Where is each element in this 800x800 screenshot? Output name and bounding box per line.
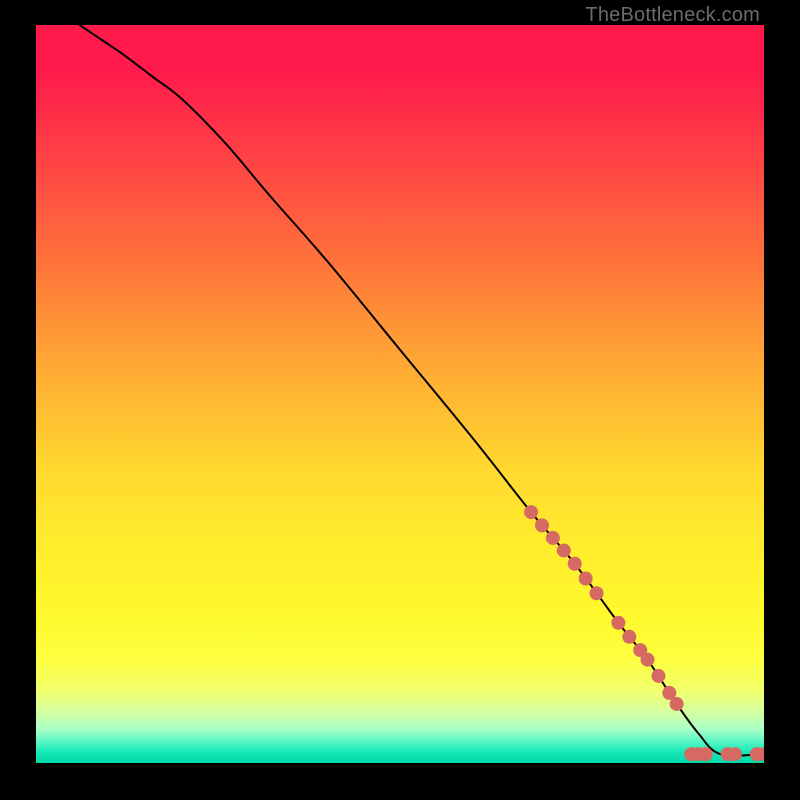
data-point-markers [524,505,764,761]
data-point-marker [728,747,742,761]
data-point-marker [651,669,665,683]
data-point-marker [699,747,713,761]
data-point-marker [622,630,636,644]
data-point-marker [546,531,560,545]
data-point-marker [641,653,655,667]
plot-svg [36,25,764,763]
data-point-marker [670,697,684,711]
plot-frame [36,25,764,763]
main-curve-line [80,25,764,756]
data-point-marker [590,586,604,600]
data-point-marker [557,543,571,557]
data-point-marker [535,518,549,532]
attribution-text: TheBottleneck.com [585,4,760,27]
data-point-marker [568,557,582,571]
data-point-marker [524,505,538,519]
data-point-marker [579,572,593,586]
data-point-marker [611,616,625,630]
